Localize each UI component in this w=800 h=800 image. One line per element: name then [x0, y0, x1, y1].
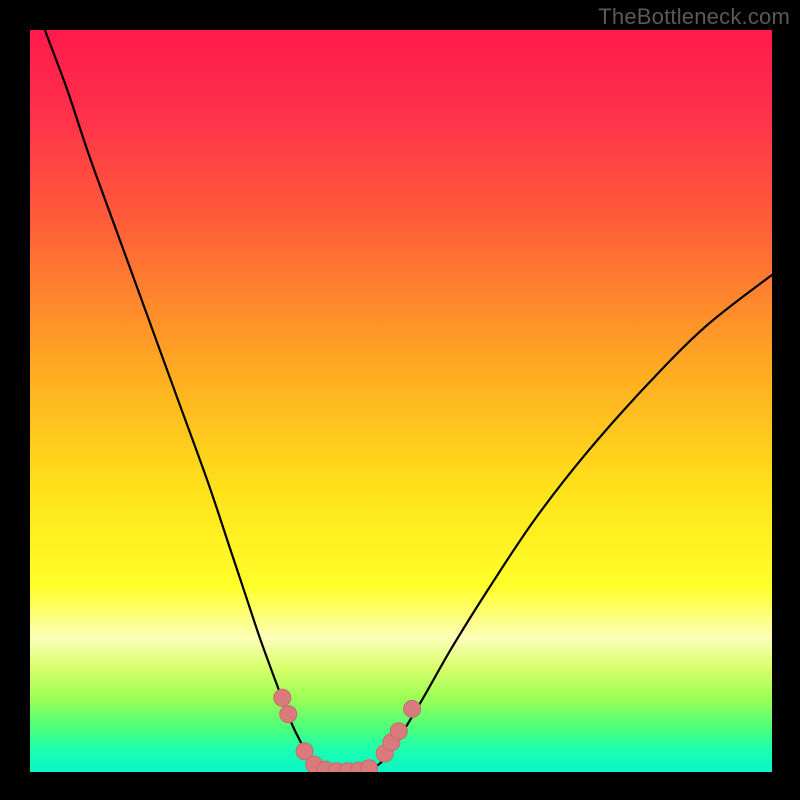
- bottleneck-chart: [0, 0, 800, 800]
- plot-background: [30, 30, 772, 772]
- data-marker: [390, 723, 407, 740]
- app-frame: TheBottleneck.com: [0, 0, 800, 800]
- data-marker: [404, 700, 421, 717]
- data-marker: [280, 706, 297, 723]
- data-marker: [361, 760, 378, 777]
- data-marker: [274, 689, 291, 706]
